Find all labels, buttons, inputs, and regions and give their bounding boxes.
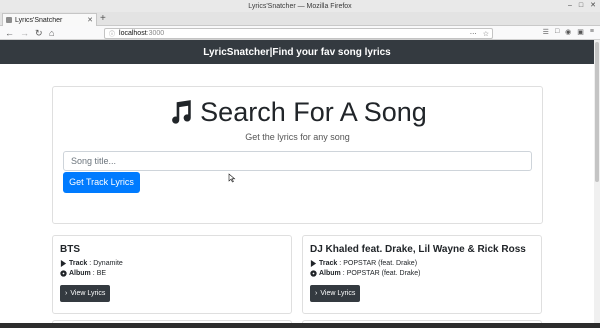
artist-name: BTS [60,244,80,255]
toolbar-icons: ☰ □ ◉ ▣ ≡ [543,28,594,36]
minimize-button[interactable]: – [568,2,572,10]
get-track-lyrics-button[interactable]: Get Track Lyrics [63,172,140,193]
album-label: Album [69,270,91,277]
view-lyrics-button[interactable]: › View Lyrics [60,285,111,302]
view-lyrics-label: View Lyrics [320,290,356,297]
result-card: DJ Khaled feat. Drake, Lil Wayne & Rick … [302,235,542,314]
compact-disc-icon [310,270,317,277]
play-icon [60,260,67,267]
search-heading: Search For A Song [53,97,542,127]
album-name: BE [96,270,107,277]
forward-icon[interactable]: → [20,27,29,39]
album-line: Album: POPSTAR (feat. Drake) [310,270,421,277]
music-note-icon [172,100,191,124]
library-icon[interactable]: ☰ [543,28,549,36]
new-tab-button[interactable]: + [100,13,106,25]
app-navbar: LyricSnatcher|Find your fav song lyrics [0,40,594,64]
favicon-icon [6,17,12,23]
page-scrollbar[interactable] [594,40,600,323]
site-info-icon[interactable]: ⓘ [109,29,115,38]
view-lyrics-label: View Lyrics [70,290,106,297]
menu-icon[interactable]: ≡ [590,28,594,36]
album-line: Album: BE [60,270,106,277]
page-actions-icon[interactable]: ⋯ [470,30,477,38]
play-icon [310,260,317,267]
song-title-input[interactable] [63,151,532,171]
home-icon[interactable]: ⌂ [49,27,54,39]
window-titlebar: Lyrics'Snatcher — Mozilla Firefox – □ ✕ [0,0,600,12]
browser-navbar: ← → ↻ ⌂ ⓘ localhost :3000 ⋯ ☆ ☰ □ ◉ ▣ ≡ [0,26,600,40]
window-controls: – □ ✕ [568,2,596,10]
album-label: Album [319,270,341,277]
track-name: POPSTAR (feat. Drake) [343,260,418,267]
reload-icon[interactable]: ↻ [35,27,43,39]
artist-name: DJ Khaled feat. Drake, Lil Wayne & Rick … [310,244,526,255]
back-icon[interactable]: ← [5,27,14,39]
os-taskbar [0,323,600,328]
chevron-right-icon: › [315,290,318,297]
tab-strip: Lyrics'Snatcher ✕ + [0,12,600,26]
result-card: BTS Track: Dynamite Album: BE › View Lyr… [52,235,292,314]
view-lyrics-button[interactable]: › View Lyrics [310,285,361,302]
track-label: Track [319,260,338,267]
album-name: POPSTAR (feat. Drake) [346,270,421,277]
track-line: Track: POPSTAR (feat. Drake) [310,260,417,267]
track-line: Track: Dynamite [60,260,123,267]
close-window-button[interactable]: ✕ [590,2,596,10]
track-name: Dynamite [93,260,123,267]
tab-title: Lyrics'Snatcher [15,16,63,24]
compact-disc-icon [60,270,67,277]
track-label: Track [69,260,88,267]
maximize-button[interactable]: □ [579,2,583,10]
page-subtitle: Get the lyrics for any song [245,132,350,142]
chevron-right-icon: › [65,290,68,297]
page-title: Search For A Song [200,97,427,127]
tab-close-icon[interactable]: ✕ [87,16,93,24]
url-host: localhost [119,30,147,37]
url-port: :3000 [146,30,165,37]
extension-icon[interactable]: ▣ [577,28,584,36]
mouse-cursor-icon [228,173,236,183]
account-icon[interactable]: ◉ [565,28,571,36]
scrollbar-thumb[interactable] [595,42,599,182]
sidebar-icon[interactable]: □ [555,28,559,36]
browser-tab[interactable]: Lyrics'Snatcher ✕ [2,13,97,26]
address-bar[interactable]: ⓘ localhost :3000 ⋯ ☆ [104,28,493,39]
bookmark-star-icon[interactable]: ☆ [483,30,489,38]
search-panel: Search For A Song Get the lyrics for any… [52,86,543,224]
app-brand[interactable]: LyricSnatcher|Find your fav song lyrics [203,47,390,58]
window-title: Lyrics'Snatcher — Mozilla Firefox [248,2,352,10]
